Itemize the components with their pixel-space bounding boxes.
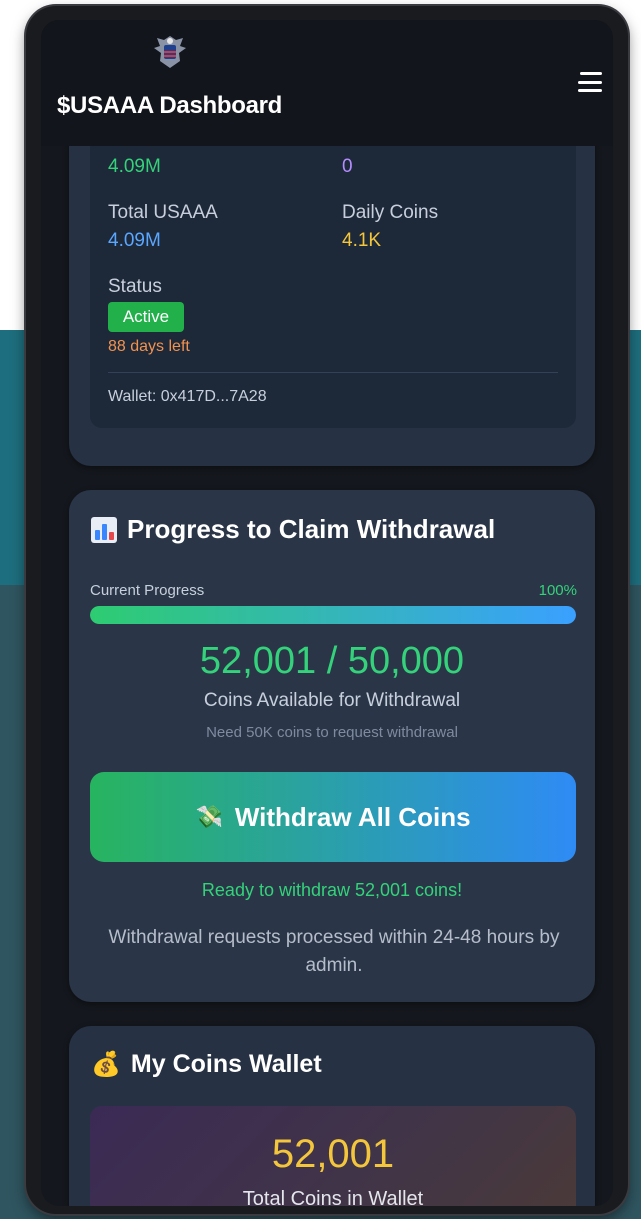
progress-bar-fill bbox=[90, 606, 576, 624]
app-screen: 4.09M 0 Total USAAA 4.09M Daily Coins 4.… bbox=[41, 20, 613, 1206]
progress-card-title: Progress to Claim Withdrawal bbox=[91, 514, 495, 545]
withdraw-button-label: Withdraw All Coins bbox=[234, 801, 471, 832]
top-left-stat-value: 4.09M bbox=[108, 156, 161, 177]
top-right-stat-value: 0 bbox=[342, 156, 353, 177]
wallet-total-label: Total Coins in Wallet bbox=[242, 1188, 424, 1206]
wallet-total-coins: 52,001 bbox=[271, 1132, 395, 1176]
bar-chart-icon bbox=[91, 516, 117, 543]
scroll-content[interactable]: 4.09M 0 Total USAAA 4.09M Daily Coins 4.… bbox=[41, 20, 613, 1206]
withdraw-all-button[interactable]: 💸 Withdraw All Coins bbox=[90, 772, 576, 862]
coins-available-label: Coins Available for Withdrawal bbox=[203, 690, 461, 711]
days-left-text: 88 days left bbox=[108, 338, 190, 355]
current-progress-label: Current Progress bbox=[90, 582, 205, 599]
hamburger-menu-icon[interactable] bbox=[578, 72, 602, 92]
eagle-emblem-icon bbox=[154, 36, 186, 68]
daily-coins-value: 4.1K bbox=[342, 230, 382, 251]
app-header: $USAAA Dashboard bbox=[41, 20, 613, 146]
progress-bar bbox=[90, 606, 576, 624]
money-with-wings-icon: 💸 bbox=[195, 804, 223, 829]
app-title: $USAAA Dashboard bbox=[57, 92, 283, 119]
status-label: Status bbox=[108, 276, 162, 297]
total-usaaa-label: Total USAAA bbox=[108, 202, 218, 223]
wallet-address: Wallet: 0x417D...7A28 bbox=[108, 388, 267, 405]
daily-coins-label: Daily Coins bbox=[342, 202, 439, 223]
processing-time-note: Withdrawal requests processed within 24-… bbox=[108, 927, 560, 976]
stats-divider bbox=[108, 372, 558, 373]
status-badge: Active bbox=[108, 302, 184, 332]
withdrawal-requirement-note: Need 50K coins to request withdrawal bbox=[206, 724, 458, 741]
ready-to-withdraw-text: Ready to withdraw 52,001 coins! bbox=[201, 880, 463, 900]
progress-percent: 100% bbox=[538, 582, 577, 599]
total-usaaa-value: 4.09M bbox=[108, 230, 161, 251]
phone-frame: 4.09M 0 Total USAAA 4.09M Daily Coins 4.… bbox=[26, 6, 628, 1214]
progress-title-text: Progress to Claim Withdrawal bbox=[127, 514, 496, 544]
wallet-title-text: My Coins Wallet bbox=[130, 1050, 322, 1078]
wallet-card-title: 💰 My Coins Wallet bbox=[91, 1050, 322, 1079]
coin-progress-count: 52,001 / 50,000 bbox=[199, 640, 465, 682]
money-bag-icon: 💰 bbox=[91, 1051, 121, 1078]
